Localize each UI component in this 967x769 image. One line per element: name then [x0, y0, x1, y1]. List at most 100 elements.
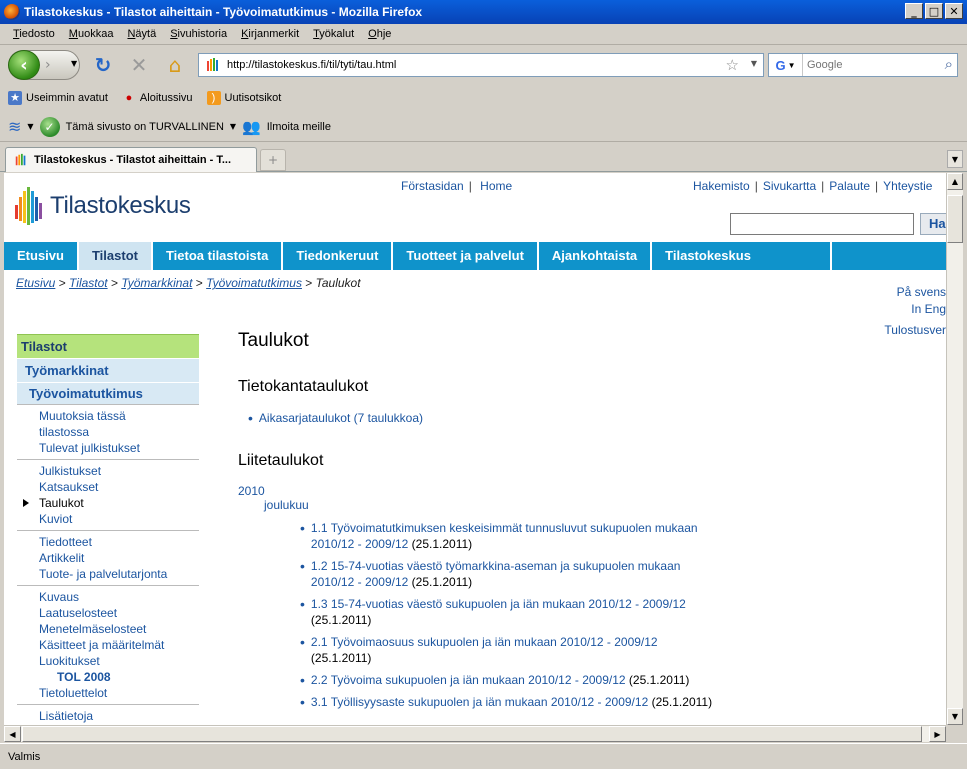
url-input[interactable] — [227, 59, 707, 71]
sidebar-item-julkistukset[interactable]: Julkistukset — [39, 463, 199, 479]
safe-dropdown-icon[interactable]: ▼ — [230, 122, 236, 131]
link-forstasidan[interactable]: Förstasidan — [401, 179, 464, 193]
scroll-up-button[interactable]: ▲ — [947, 173, 963, 190]
bookmark-start-page[interactable]: ● Aloitussivu — [122, 91, 193, 105]
back-button[interactable]: ‹ — [8, 50, 40, 80]
sidebar-item-tulevat-julkistukset[interactable]: Tulevat julkistukset — [39, 440, 179, 456]
reload-icon[interactable]: ↻ — [90, 52, 116, 78]
search-bar[interactable]: G▼ ⌕ — [768, 53, 958, 77]
table-link-1-1[interactable]: 1.1 Työvoimatutkimuksen keskeisimmät tun… — [311, 521, 698, 535]
bookmark-news-headlines[interactable]: ) Uutisotsikot — [206, 91, 281, 105]
close-button[interactable]: ✕ — [945, 3, 963, 19]
report-link[interactable]: Ilmoita meille — [267, 121, 331, 133]
table-link-2-1[interactable]: 2.1 Työvoimaosuus sukupuolen ja iän muka… — [311, 635, 658, 649]
sidebar-item-taulukot[interactable]: Taulukot — [23, 495, 199, 511]
wifi-dropdown-icon[interactable]: ▼ — [27, 122, 33, 131]
crumb-tilastot[interactable]: Tilastot — [69, 276, 108, 290]
history-dropdown-icon[interactable]: ▼ — [71, 59, 77, 68]
link-english[interactable]: In Eng — [911, 302, 946, 316]
google-engine-icon[interactable]: G ▼ — [769, 54, 803, 76]
minimize-button[interactable]: _ — [905, 3, 923, 19]
sidebar-tyomarkkinat[interactable]: Työmarkkinat — [17, 358, 199, 382]
menu-ohje[interactable]: Ohje — [361, 28, 398, 40]
search-icon[interactable]: ⌕ — [945, 55, 953, 73]
sidebar-item-lisatietoja[interactable]: Lisätietoja — [39, 708, 199, 724]
menu-bar: Tiedosto Muokkaa Näytä Sivuhistoria Kirj… — [0, 24, 967, 45]
nav-tietoa-tilastoista[interactable]: Tietoa tilastoista — [153, 242, 284, 270]
horizontal-scroll-thumb[interactable] — [22, 726, 922, 742]
nav-tiedonkeruut[interactable]: Tiedonkeruut — [283, 242, 394, 270]
sidebar-item-kasitteet[interactable]: Käsitteet ja määritelmät — [39, 637, 199, 653]
year-link[interactable]: 2010 — [238, 484, 798, 498]
sidebar-item-kuvaus[interactable]: Kuvaus — [39, 589, 199, 605]
safe-site-status[interactable]: Tämä sivusto on TURVALLINEN — [66, 121, 224, 133]
sidebar-group-2: Julkistukset Katsaukset Taulukot Kuviot — [17, 459, 199, 530]
vertical-scroll-thumb[interactable] — [947, 195, 963, 243]
link-home[interactable]: Home — [480, 179, 512, 193]
sidebar-item-artikkelit[interactable]: Artikkelit — [39, 550, 199, 566]
sidebar-item-tiedotteet[interactable]: Tiedotteet — [39, 534, 199, 550]
nav-tilastot[interactable]: Tilastot — [78, 242, 153, 270]
menu-tyokalut[interactable]: Työkalut — [306, 28, 361, 40]
crumb-etusivu[interactable]: Etusivu — [16, 276, 55, 290]
month-link[interactable]: joulukuu — [264, 498, 798, 512]
link-sivukartta[interactable]: Sivukartta — [763, 179, 816, 193]
link-print-version[interactable]: Tulostusver — [884, 323, 946, 337]
sidebar-item-muutoksia[interactable]: Muutoksia tässä tilastossa — [39, 408, 179, 440]
menu-kirjanmerkit[interactable]: Kirjanmerkit — [234, 28, 306, 40]
home-icon[interactable]: ⌂ — [162, 52, 188, 78]
vertical-scrollbar[interactable]: ▲ ▼ — [946, 173, 963, 725]
menu-sivuhistoria[interactable]: Sivuhistoria — [163, 28, 234, 40]
sidebar-tilastot[interactable]: Tilastot — [17, 334, 199, 358]
menu-nayta[interactable]: Näytä — [120, 28, 163, 40]
scroll-left-button[interactable]: ◀ — [4, 726, 21, 742]
bookmark-star-icon[interactable]: ☆ — [726, 56, 739, 74]
sidebar-tyovoimatutkimus[interactable]: Työvoimatutkimus — [17, 382, 199, 404]
table-link-1-3[interactable]: 1.3 15-74-vuotias väestö sukupuolen ja i… — [311, 597, 686, 611]
tab-tilastokeskus[interactable]: Tilastokeskus - Tilastot aiheittain - T.… — [5, 147, 257, 172]
nav-tuotteet-ja-palvelut[interactable]: Tuotteet ja palvelut — [393, 242, 539, 270]
forward-button[interactable]: › — [45, 57, 51, 73]
sidebar-item-luokitukset[interactable]: Luokitukset — [39, 653, 199, 669]
tab-list-button[interactable]: ▼ — [947, 150, 963, 168]
link-hakemisto[interactable]: Hakemisto — [693, 179, 750, 193]
tab-title: Tilastokeskus - Tilastot aiheittain - T.… — [34, 154, 232, 166]
sidebar-group-4: Kuvaus Laatuselosteet Menetelmäselosteet… — [17, 585, 199, 704]
link-yhteystiedot[interactable]: Yhteystie — [883, 179, 932, 193]
table-link-1-2[interactable]: 1.2 15-74-vuotias väestö työmarkkina-ase… — [311, 559, 681, 573]
menu-tiedosto[interactable]: Tiedosto — [6, 28, 62, 40]
horizontal-scrollbar[interactable]: ◀ ▶ — [4, 725, 946, 742]
scroll-right-button[interactable]: ▶ — [929, 726, 946, 742]
table-link-3-1[interactable]: 3.1 Työllisyysaste sukupuolen ja iän muk… — [311, 695, 648, 709]
link-palaute[interactable]: Palaute — [829, 179, 870, 193]
site-search-button[interactable]: Ha — [920, 213, 946, 235]
url-dropdown-icon[interactable]: ▼ — [751, 59, 757, 68]
crumb-tyomarkkinat[interactable]: Työmarkkinat — [121, 276, 192, 290]
sidebar-item-katsaukset[interactable]: Katsaukset — [39, 479, 199, 495]
tilastokeskus-logo[interactable]: Tilastokeskus — [14, 187, 191, 225]
sidebar-item-kuviot[interactable]: Kuviot — [39, 511, 199, 527]
maximize-button[interactable]: □ — [925, 3, 943, 19]
sidebar-item-menetelmaselosteet[interactable]: Menetelmäselosteet — [39, 621, 199, 637]
sidebar-item-laatuselosteet[interactable]: Laatuselosteet — [39, 605, 199, 621]
scroll-down-button[interactable]: ▼ — [947, 708, 963, 725]
link-swedish[interactable]: På svens — [897, 285, 946, 299]
nav-ajankohtaista[interactable]: Ajankohtaista — [539, 242, 653, 270]
sidebar-item-tietoluettelot[interactable]: Tietoluettelot — [39, 685, 199, 701]
table-link-2-2[interactable]: 2.2 Työvoima sukupuolen ja iän mukaan 20… — [311, 673, 626, 687]
bookmark-most-visited[interactable]: ★ Useimmin avatut — [8, 91, 108, 105]
wifi-icon[interactable]: ≋ — [8, 117, 21, 136]
menu-muokkaa[interactable]: Muokkaa — [62, 28, 121, 40]
site-search-input[interactable] — [730, 213, 914, 235]
stop-icon[interactable]: ✕ — [126, 52, 152, 78]
search-input[interactable] — [803, 59, 923, 71]
sidebar-item-tol-2008[interactable]: TOL 2008 — [39, 669, 199, 685]
nav-tilastokeskus[interactable]: Tilastokeskus — [652, 242, 833, 270]
new-tab-button[interactable]: + — [260, 149, 286, 171]
link-time-series-tables[interactable]: Aikasarjataulukot (7 taulukkoa) — [259, 410, 423, 426]
nav-etusivu[interactable]: Etusivu — [4, 242, 79, 270]
site-favicon — [207, 58, 218, 71]
sidebar-item-tuotetarjonta[interactable]: Tuote- ja palvelutarjonta — [39, 566, 199, 582]
crumb-tyovoimatutkimus[interactable]: Työvoimatutkimus — [206, 276, 302, 290]
url-bar[interactable]: ☆ ▼ — [198, 53, 764, 77]
